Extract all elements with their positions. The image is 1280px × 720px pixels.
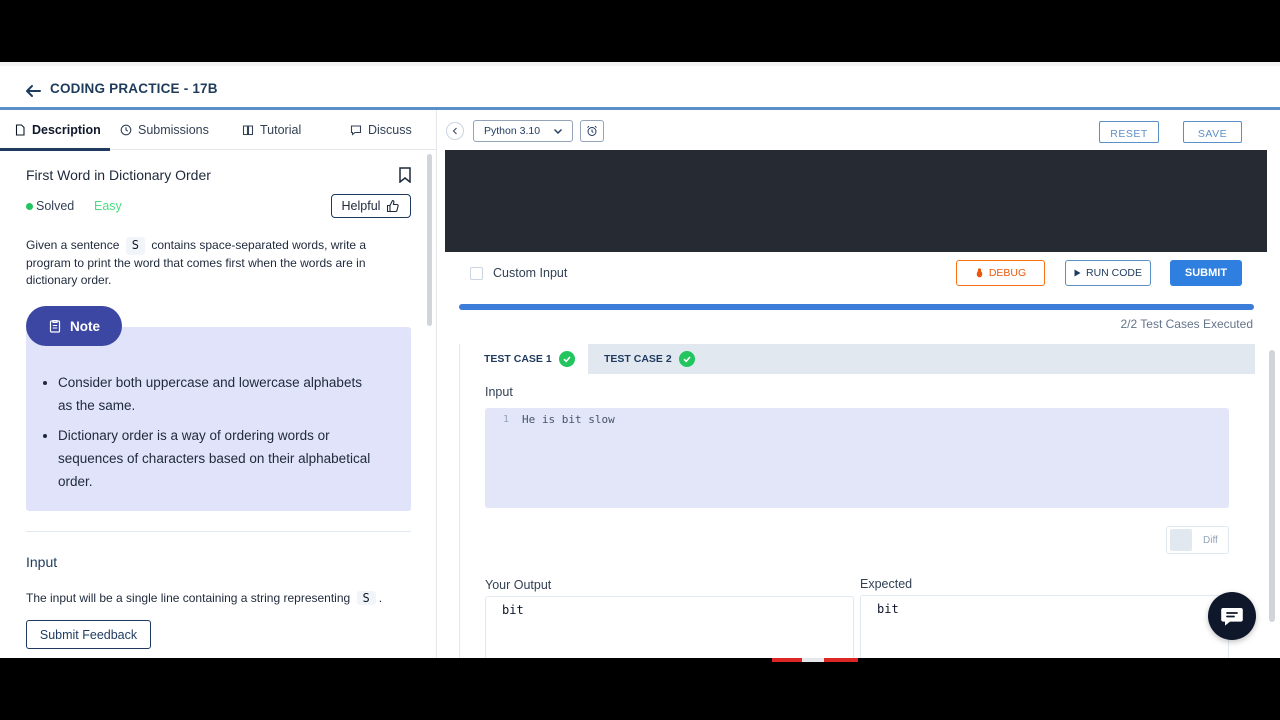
test-input-area[interactable]: 1 He is bit slow: [485, 408, 1229, 508]
play-icon: [1074, 269, 1081, 277]
solved-status-dot: [26, 203, 33, 210]
input-description: The input will be a single line containi…: [26, 591, 351, 605]
problem-pane: Description Submissions Tutorial Discuss…: [0, 110, 437, 658]
debug-label: DEBUG: [988, 267, 1027, 279]
difficulty-label: Easy: [94, 199, 122, 213]
test-progress-fill: [459, 304, 1254, 310]
document-icon: [15, 124, 25, 136]
back-arrow-icon[interactable]: [24, 82, 42, 100]
variable-chip: S: [356, 591, 376, 605]
submit-feedback-button[interactable]: Submit Feedback: [26, 620, 151, 649]
tab-submissions-label: Submissions: [138, 123, 209, 137]
expected-output-label: Expected: [860, 577, 913, 591]
input-section-text: The input will be a single line containi…: [26, 591, 382, 605]
language-select[interactable]: Python 3.10: [473, 120, 573, 142]
test-case-2-label: TEST CASE 2: [604, 353, 672, 365]
bug-icon: [976, 268, 983, 278]
helpful-label: Helpful: [341, 199, 381, 213]
editor-toolbar: Python 3.10 RESET SAVE: [437, 110, 1280, 150]
run-code-label: RUN CODE: [1085, 267, 1142, 279]
chat-bubble-icon: [1221, 608, 1243, 626]
diff-toggle-knob: [1170, 529, 1192, 551]
test-progress-bar: [459, 304, 1254, 310]
chevron-down-icon: [554, 129, 562, 134]
alarm-clock-icon: [587, 125, 597, 136]
debug-button[interactable]: DEBUG: [956, 260, 1045, 286]
run-code-button[interactable]: RUN CODE: [1065, 260, 1151, 286]
check-circle-icon: [558, 351, 575, 367]
test-case-1-label: TEST CASE 1: [484, 353, 552, 365]
tab-description[interactable]: Description: [14, 123, 101, 137]
timer-button[interactable]: [580, 120, 604, 142]
problem-description: Given a sentence S contains space-separa…: [26, 237, 396, 290]
test-progress-text: 2/2 Test Cases Executed: [1120, 317, 1253, 331]
helpful-button[interactable]: Helpful: [331, 194, 411, 218]
chat-support-button[interactable]: [1208, 592, 1256, 640]
note-item: Dictionary order is a way of ordering wo…: [58, 424, 378, 493]
bookmark-icon[interactable]: [398, 167, 412, 183]
test-case-tabs: TEST CASE 1 TEST CASE 2: [460, 344, 1255, 374]
diff-label: Diff: [1203, 534, 1218, 546]
line-number: 1: [503, 414, 510, 425]
chat-icon: [350, 125, 362, 136]
tab-tutorial-label: Tutorial: [260, 123, 302, 137]
save-button[interactable]: SAVE: [1183, 121, 1242, 143]
expected-output-box: bit: [860, 595, 1229, 658]
note-item: Consider both uppercase and lowercase al…: [58, 371, 378, 417]
video-progress-indicator: [772, 658, 858, 662]
tab-submissions[interactable]: Submissions: [120, 123, 209, 137]
submit-button[interactable]: SUBMIT: [1170, 260, 1242, 286]
code-editor[interactable]: [445, 150, 1267, 252]
problem-title: First Word in Dictionary Order: [26, 167, 211, 183]
test-input-label: Input: [485, 385, 513, 399]
problem-content: First Word in Dictionary Order Solved Ea…: [0, 151, 437, 606]
custom-input-checkbox[interactable]: [470, 267, 483, 280]
check-circle-icon: [678, 351, 695, 367]
app-window: CODING PRACTICE - 17B Description Submis…: [0, 62, 1280, 658]
reset-button[interactable]: RESET: [1099, 121, 1159, 143]
tab-discuss[interactable]: Discuss: [350, 123, 412, 137]
section-divider: [26, 531, 411, 532]
collapse-pane-button[interactable]: [446, 122, 464, 140]
your-output-label: Your Output: [485, 578, 552, 592]
tab-description-label: Description: [32, 123, 101, 137]
variable-chip: S: [125, 237, 145, 255]
editor-scrollbar[interactable]: [1269, 350, 1275, 622]
editor-pane: Python 3.10 RESET SAVE Custom Input DEBU…: [437, 110, 1280, 658]
book-icon: [242, 125, 254, 136]
tab-test-case-1[interactable]: TEST CASE 1: [460, 344, 588, 374]
input-section-heading: Input: [26, 554, 58, 570]
test-input-value: He is bit slow: [522, 413, 615, 426]
problem-tabs: Description Submissions Tutorial Discuss: [0, 110, 437, 151]
note-label: Note: [70, 318, 100, 334]
solved-status-label: Solved: [36, 199, 75, 213]
language-value: Python 3.10: [484, 125, 541, 137]
page-title: CODING PRACTICE - 17B: [50, 81, 218, 96]
your-output-box: bit: [485, 596, 854, 658]
chevron-left-icon: [452, 127, 457, 135]
custom-input-label[interactable]: Custom Input: [493, 266, 567, 280]
problem-scrollbar[interactable]: [427, 154, 432, 326]
tab-test-case-2[interactable]: TEST CASE 2: [580, 344, 695, 374]
note-badge: Note: [26, 306, 122, 346]
tab-tutorial[interactable]: Tutorial: [242, 123, 301, 137]
tab-discuss-label: Discuss: [368, 123, 412, 137]
clock-icon: [120, 124, 132, 136]
description-text-start: Given a sentence: [26, 238, 120, 252]
top-bar: CODING PRACTICE - 17B: [0, 62, 1280, 110]
input-description-end: .: [378, 591, 383, 605]
note-list: Consider both uppercase and lowercase al…: [58, 371, 378, 500]
diff-toggle[interactable]: Diff: [1166, 526, 1229, 554]
thumbs-up-icon: [387, 199, 400, 213]
clipboard-icon: [49, 319, 61, 333]
test-cases-panel: TEST CASE 1 TEST CASE 2 Input 1 He is bi…: [459, 344, 1255, 658]
